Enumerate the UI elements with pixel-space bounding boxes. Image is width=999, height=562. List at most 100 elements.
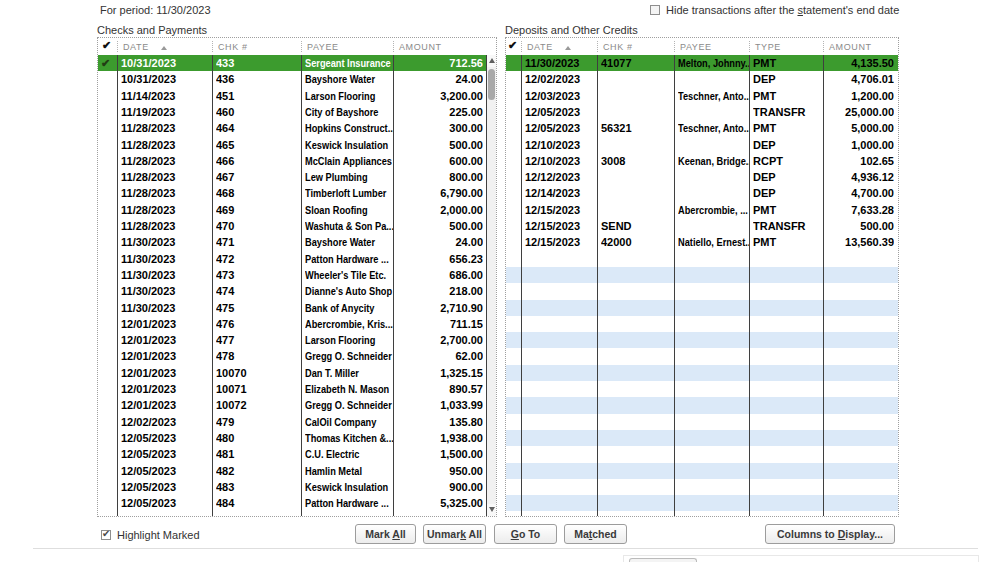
table-row[interactable]: 10/31/2023436Bayshore Water24.00 bbox=[98, 71, 486, 87]
table-row[interactable]: 11/14/2023451Larson Flooring3,200.00 bbox=[98, 88, 486, 104]
table-row[interactable]: 11/28/2023465Keswick Insulation500.00 bbox=[98, 137, 486, 153]
check-cell bbox=[101, 332, 116, 348]
amount-cell: 1,033.99 bbox=[396, 397, 483, 413]
chk-cell: 483 bbox=[216, 479, 300, 495]
date-cell: 11/30/2023 bbox=[121, 283, 211, 299]
table-row[interactable]: 12/15/2023Abercrombie, ...PMT7,633.28 bbox=[506, 202, 898, 218]
table-row[interactable]: 12/01/2023477Larson Flooring2,700.00 bbox=[98, 332, 486, 348]
empty-row[interactable] bbox=[506, 495, 898, 511]
table-row[interactable]: ✔10/31/2023433Sergeant Insurance712.56 bbox=[98, 55, 486, 71]
table-row[interactable]: 11/28/2023470Washuta & Son Pa...500.00 bbox=[98, 218, 486, 234]
table-row[interactable]: 11/30/202341077Melton, Johnny...PMT4,135… bbox=[506, 55, 898, 71]
table-row[interactable]: 12/15/202342000Natiello, Ernest...PMT13,… bbox=[506, 234, 898, 250]
table-row[interactable]: 11/28/2023468Timberloft Lumber6,790.00 bbox=[98, 185, 486, 201]
table-row[interactable]: 12/14/2023DEP4,700.00 bbox=[506, 185, 898, 201]
empty-row[interactable] bbox=[506, 381, 898, 397]
table-row[interactable]: 12/12/2023DEP4,936.12 bbox=[506, 169, 898, 185]
table-row[interactable]: 12/05/2023484Patton Hardware ...5,325.00 bbox=[98, 495, 486, 511]
empty-row[interactable] bbox=[506, 397, 898, 413]
scroll-down-button[interactable] bbox=[487, 504, 496, 516]
type-cell: DEP bbox=[753, 169, 822, 185]
table-row[interactable]: 11/30/2023471Bayshore Water24.00 bbox=[98, 234, 486, 250]
scroll-up-button[interactable] bbox=[487, 55, 496, 67]
table-row[interactable]: 12/01/202310070Dan T. Miller1,325.15 bbox=[98, 365, 486, 381]
table-row[interactable]: 12/01/202310072Gregg O. Schneider1,033.9… bbox=[98, 397, 486, 413]
table-row[interactable]: 12/01/202310071Elizabeth N. Mason890.57 bbox=[98, 381, 486, 397]
highlight-marked-checkbox[interactable]: ✔ bbox=[101, 530, 111, 540]
checks-header-amount[interactable]: AMOUNT bbox=[399, 42, 442, 52]
checks-header-payee[interactable]: PAYEE bbox=[307, 42, 339, 52]
table-row[interactable]: 11/30/2023474Dianne's Auto Shop218.00 bbox=[98, 283, 486, 299]
unmark-all-button[interactable]: Unmark All bbox=[423, 524, 486, 544]
payee-cell: Dan T. Miller bbox=[305, 365, 393, 381]
mark-all-button[interactable]: Mark All bbox=[355, 524, 416, 544]
deposits-header-date[interactable]: DATE bbox=[527, 42, 553, 52]
chk-cell: 464 bbox=[216, 120, 300, 136]
hide-transactions-checkbox[interactable] bbox=[650, 5, 660, 15]
table-row[interactable]: 11/30/2023473Wheeler's Tile Etc.686.00 bbox=[98, 267, 486, 283]
empty-row[interactable] bbox=[506, 251, 898, 267]
empty-row[interactable] bbox=[506, 365, 898, 381]
deposits-header-amount[interactable]: AMOUNT bbox=[829, 42, 872, 52]
deposits-table-header: ✔ DATE CHK # PAYEE TYPE AMOUNT bbox=[506, 38, 898, 55]
date-cell: 12/01/2023 bbox=[121, 332, 211, 348]
empty-row[interactable] bbox=[506, 283, 898, 299]
table-row[interactable]: 12/15/2023SENDTRANSFR500.00 bbox=[506, 218, 898, 234]
checks-section-title: Checks and Payments bbox=[97, 24, 207, 36]
deposits-header-payee[interactable]: PAYEE bbox=[680, 42, 712, 52]
empty-row[interactable] bbox=[506, 348, 898, 364]
table-row[interactable]: 12/01/2023476Abercrombie, Kris...711.15 bbox=[98, 316, 486, 332]
check-cell bbox=[101, 365, 116, 381]
deposits-header-check[interactable]: ✔ bbox=[508, 39, 517, 52]
payee-cell bbox=[678, 185, 749, 201]
table-row[interactable]: 11/30/2023472Patton Hardware ...656.23 bbox=[98, 251, 486, 267]
matched-button[interactable]: Matched bbox=[564, 524, 627, 544]
check-cell bbox=[101, 446, 116, 462]
table-row[interactable]: 12/05/2023481C.U. Electric1,500.00 bbox=[98, 446, 486, 462]
table-row[interactable]: 12/02/2023DEP4,706.01 bbox=[506, 71, 898, 87]
empty-row[interactable] bbox=[506, 316, 898, 332]
checks-header-date[interactable]: DATE bbox=[123, 42, 149, 52]
table-row[interactable]: 12/10/2023DEP1,000.00 bbox=[506, 137, 898, 153]
empty-row[interactable] bbox=[506, 300, 898, 316]
table-row[interactable]: 11/19/2023460City of Bayshore225.00 bbox=[98, 104, 486, 120]
table-row[interactable]: 12/05/2023483Keswick Insulation900.00 bbox=[98, 479, 486, 495]
table-row[interactable]: 12/05/2023480Thomas Kitchen &...1,938.00 bbox=[98, 430, 486, 446]
columns-to-display-button[interactable]: Columns to Display... bbox=[765, 524, 895, 544]
payee-cell: Hopkins Construct... bbox=[305, 120, 393, 136]
empty-row[interactable] bbox=[506, 463, 898, 479]
table-row[interactable]: 11/30/2023475Bank of Anycity2,710.90 bbox=[98, 300, 486, 316]
deposits-header-chk[interactable]: CHK # bbox=[603, 42, 633, 52]
empty-row[interactable] bbox=[506, 430, 898, 446]
table-row[interactable]: 12/05/2023482Hamlin Metal950.00 bbox=[98, 463, 486, 479]
go-to-button[interactable]: Go To bbox=[494, 524, 557, 544]
empty-row[interactable] bbox=[506, 414, 898, 430]
empty-row[interactable] bbox=[506, 332, 898, 348]
table-row[interactable]: 11/28/2023466McClain Appliances600.00 bbox=[98, 153, 486, 169]
table-row[interactable]: 12/03/2023Teschner, Anto...PMT1,200.00 bbox=[506, 88, 898, 104]
table-row[interactable]: 12/01/2023478Gregg O. Schneider62.00 bbox=[98, 348, 486, 364]
table-row[interactable]: 12/05/2023TRANSFR25,000.00 bbox=[506, 104, 898, 120]
checks-scrollbar[interactable] bbox=[487, 55, 496, 516]
check-cell bbox=[101, 267, 116, 283]
table-row[interactable]: 12/05/202356321Teschner, Anto...PMT5,000… bbox=[506, 120, 898, 136]
payee-cell bbox=[678, 169, 749, 185]
empty-row[interactable] bbox=[506, 446, 898, 462]
table-row[interactable]: 12/02/2023479CalOil Company135.80 bbox=[98, 414, 486, 430]
period-value: 11/30/2023 bbox=[156, 4, 210, 16]
deposits-header-type[interactable]: TYPE bbox=[755, 42, 781, 52]
checks-header-check[interactable]: ✔ bbox=[102, 39, 111, 52]
table-row[interactable]: 12/10/20233008Keenan, Bridge...RCPT102.6… bbox=[506, 153, 898, 169]
table-row[interactable]: 11/28/2023464Hopkins Construct...300.00 bbox=[98, 120, 486, 136]
table-row[interactable]: 11/28/2023467Lew Plumbing800.00 bbox=[98, 169, 486, 185]
bottom-cutoff-button[interactable] bbox=[629, 558, 697, 562]
date-cell: 11/30/2023 bbox=[121, 267, 211, 283]
chk-cell: SEND bbox=[601, 218, 673, 234]
table-row[interactable]: 11/28/2023469Sloan Roofing2,000.00 bbox=[98, 202, 486, 218]
checks-header-chk[interactable]: CHK # bbox=[218, 42, 248, 52]
empty-row[interactable] bbox=[506, 267, 898, 283]
payee-cell: Dianne's Auto Shop bbox=[305, 283, 393, 299]
empty-row[interactable] bbox=[506, 479, 898, 495]
payee-cell: Wheeler's Tile Etc. bbox=[305, 267, 393, 283]
scrollbar-thumb[interactable] bbox=[488, 69, 495, 100]
